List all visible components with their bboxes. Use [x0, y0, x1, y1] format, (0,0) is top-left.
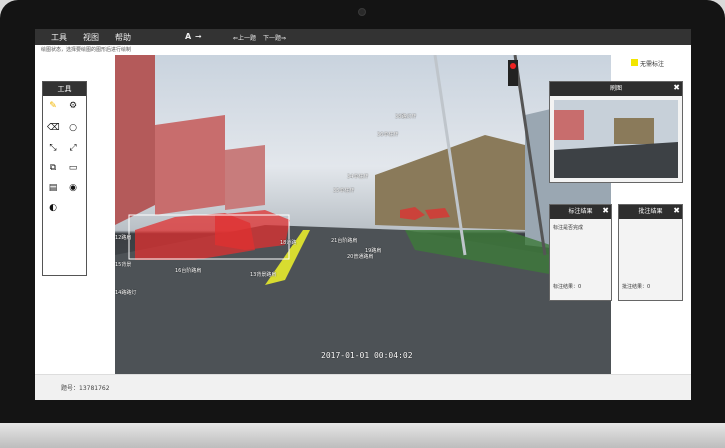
annotation-result-panel: 标注结果 ✖ 标注是否完成 标注结果：0	[549, 204, 612, 301]
gear-icon[interactable]: ⚙	[67, 101, 79, 111]
annotation-label[interactable]: 35单柱杆	[333, 187, 354, 194]
annotation-label[interactable]: 12路肩	[115, 234, 131, 241]
document-icon[interactable]: ▤	[47, 183, 59, 193]
menu-bar: 工具 视图 帮助 A ➞ ⇐上一题 下一题⇒	[35, 29, 691, 45]
annotation-result-footer: 标注结果：0	[553, 284, 582, 290]
resize-icon[interactable]: ⤡	[47, 143, 59, 153]
no-label-checkbox[interactable]	[631, 59, 638, 66]
annotation-complete-label: 标注是否完成	[553, 225, 584, 231]
review-result-panel: 批注结果 ✖ 批注结果：0	[618, 204, 683, 301]
laptop-base	[0, 423, 725, 448]
expand-icon[interactable]: ⤢	[67, 143, 79, 153]
contrast-icon[interactable]: ◐	[47, 203, 59, 213]
next-button[interactable]: 下一题⇒	[263, 33, 286, 42]
monitor-icon[interactable]: ▭	[67, 163, 79, 173]
annotation-label[interactable]: 21台阶路肩	[331, 237, 357, 244]
close-icon[interactable]: ✖	[673, 81, 680, 95]
menu-tools[interactable]: 工具	[51, 32, 67, 43]
review-result-footer: 批注结果：0	[622, 284, 651, 290]
building-pink	[155, 115, 225, 215]
annotation-label[interactable]: 14路路灯	[115, 289, 136, 296]
annotation-label[interactable]: 20普通路肩	[347, 253, 373, 260]
brush-window: 刷图 ✖	[549, 81, 683, 183]
hint-text: 绘图状态，选择要绘图的图形后进行绘制	[41, 47, 132, 53]
arrow-right-icon: ➞	[195, 32, 202, 41]
tool-panel-title: 工具	[43, 82, 86, 96]
red-light	[510, 63, 516, 69]
review-result-title: 批注结果	[638, 208, 663, 215]
annotation-label[interactable]: 16台阶路肩	[175, 267, 201, 274]
eraser-icon[interactable]: ⌫	[47, 123, 60, 133]
no-label-text: 无需标注	[640, 61, 665, 68]
timestamp: 2017-01-01 00:04:02	[321, 351, 413, 360]
laptop-bezel: 工具 视图 帮助 A ➞ ⇐上一题 下一题⇒ 绘图状态，选择要绘图的图形后进行绘…	[0, 0, 725, 423]
annotation-label[interactable]: 18道路	[280, 239, 296, 246]
menu-help[interactable]: 帮助	[115, 32, 131, 43]
no-label-toggle[interactable]: 无需标注	[629, 56, 673, 69]
brush-window-title: 刷图	[609, 85, 622, 92]
building-left	[115, 55, 155, 225]
status-bar: 题号：13781762	[35, 374, 691, 400]
text-tool-button[interactable]: A	[185, 32, 191, 41]
circle-icon[interactable]: ○	[67, 123, 79, 133]
car-mask-2	[215, 210, 290, 250]
building-pink-2	[225, 145, 265, 210]
menu-view[interactable]: 视图	[83, 32, 99, 43]
copy-icon[interactable]: ⧉	[47, 163, 59, 173]
prev-button[interactable]: ⇐上一题	[233, 33, 256, 42]
close-icon[interactable]: ✖	[673, 204, 680, 218]
annotation-result-title: 标注结果	[568, 208, 593, 215]
annotation-label[interactable]: 36单柱杆	[377, 131, 398, 138]
annotation-label[interactable]: 34单柱杆	[347, 173, 368, 180]
webcam	[358, 8, 366, 16]
app-screen: 工具 视图 帮助 A ➞ ⇐上一题 下一题⇒ 绘图状态，选择要绘图的图形后进行绘…	[35, 29, 691, 400]
close-icon[interactable]: ✖	[602, 204, 609, 218]
road-image[interactable]: 14路路灯 15背景 16台阶路肩 12路肩 34单柱杆 35单柱杆 36单柱杆…	[115, 55, 611, 374]
chrome-icon[interactable]: ◉	[67, 183, 79, 193]
tool-panel: 工具 ✎ ⚙ ⌫ ○ ⤡ ⤢ ⧉ ▭ ▤ ◉ ◐	[42, 81, 87, 276]
annotation-label[interactable]: 13背景路肩	[250, 271, 276, 278]
annotation-label[interactable]: 38路灯杆	[395, 113, 416, 120]
road-scene	[115, 55, 611, 374]
pencil-icon[interactable]: ✎	[47, 101, 59, 111]
brush-thumbnail	[554, 100, 678, 178]
annotation-label[interactable]: 15背景	[115, 261, 131, 268]
task-id: 题号：13781762	[61, 385, 110, 392]
